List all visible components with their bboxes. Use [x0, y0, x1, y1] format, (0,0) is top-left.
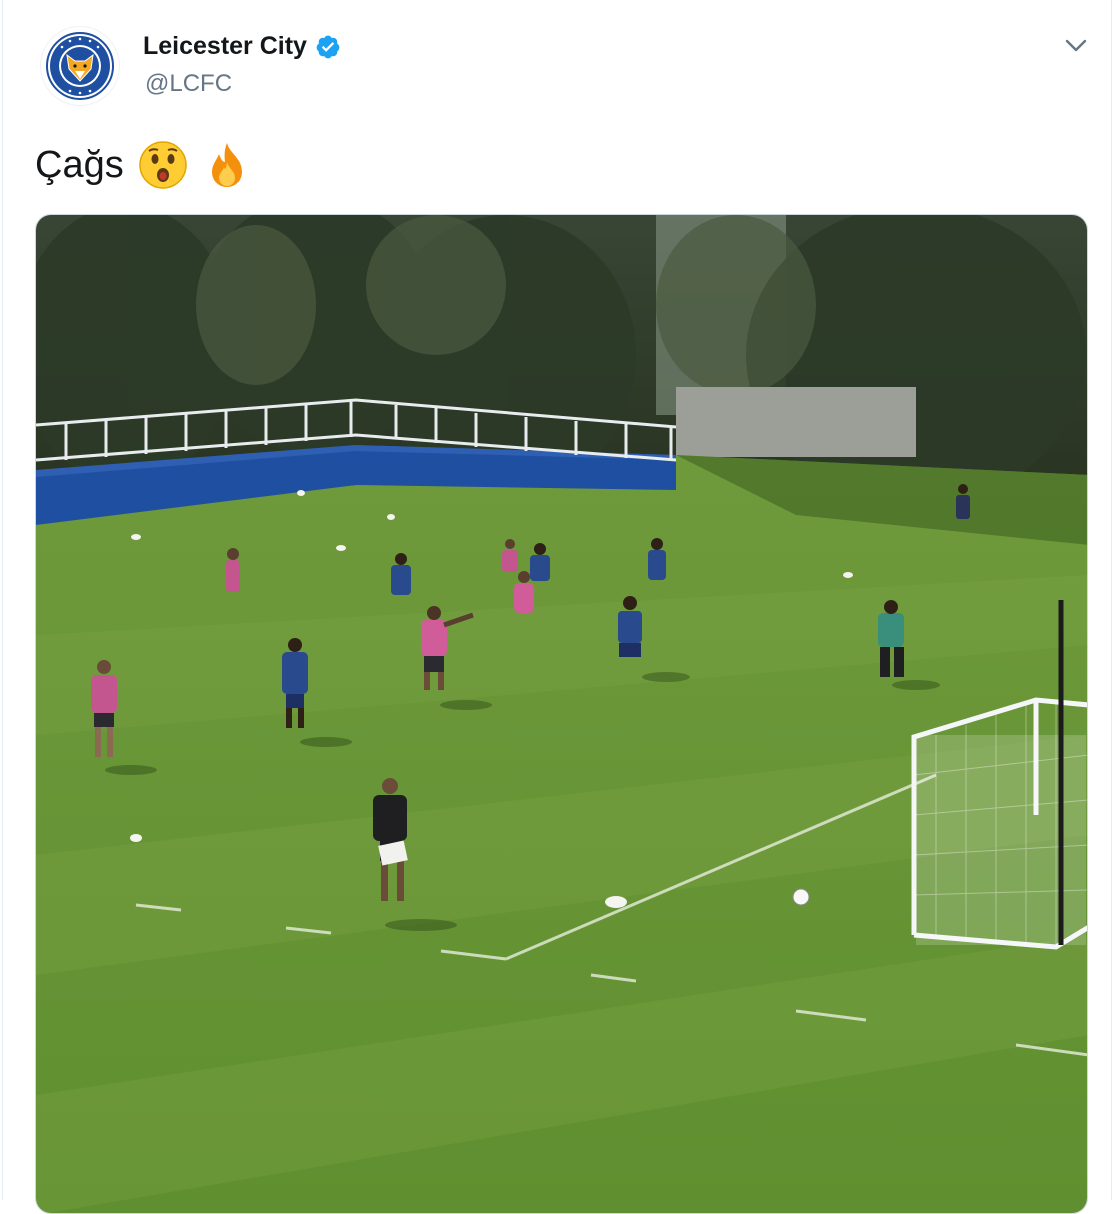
fire-emoji-icon	[211, 143, 242, 187]
astonished-face-emoji-icon	[138, 141, 187, 189]
tweet-text-content: Çağs	[35, 143, 124, 186]
avatar[interactable]	[41, 27, 119, 105]
chevron-down-icon[interactable]	[1061, 30, 1091, 60]
verified-badge-icon	[316, 35, 340, 58]
user-handle[interactable]: @LCFC	[145, 70, 232, 98]
tweet-media[interactable]	[35, 214, 1088, 1214]
display-name[interactable]: Leicester City	[143, 32, 307, 61]
tweet-card: Leicester City @LCFC Çağs	[2, 0, 1112, 1214]
training-pitch-image	[36, 215, 1087, 1213]
author-name-row: Leicester City	[143, 32, 341, 61]
leicester-crest-icon	[46, 32, 114, 100]
tweet-text: Çağs	[35, 140, 252, 190]
